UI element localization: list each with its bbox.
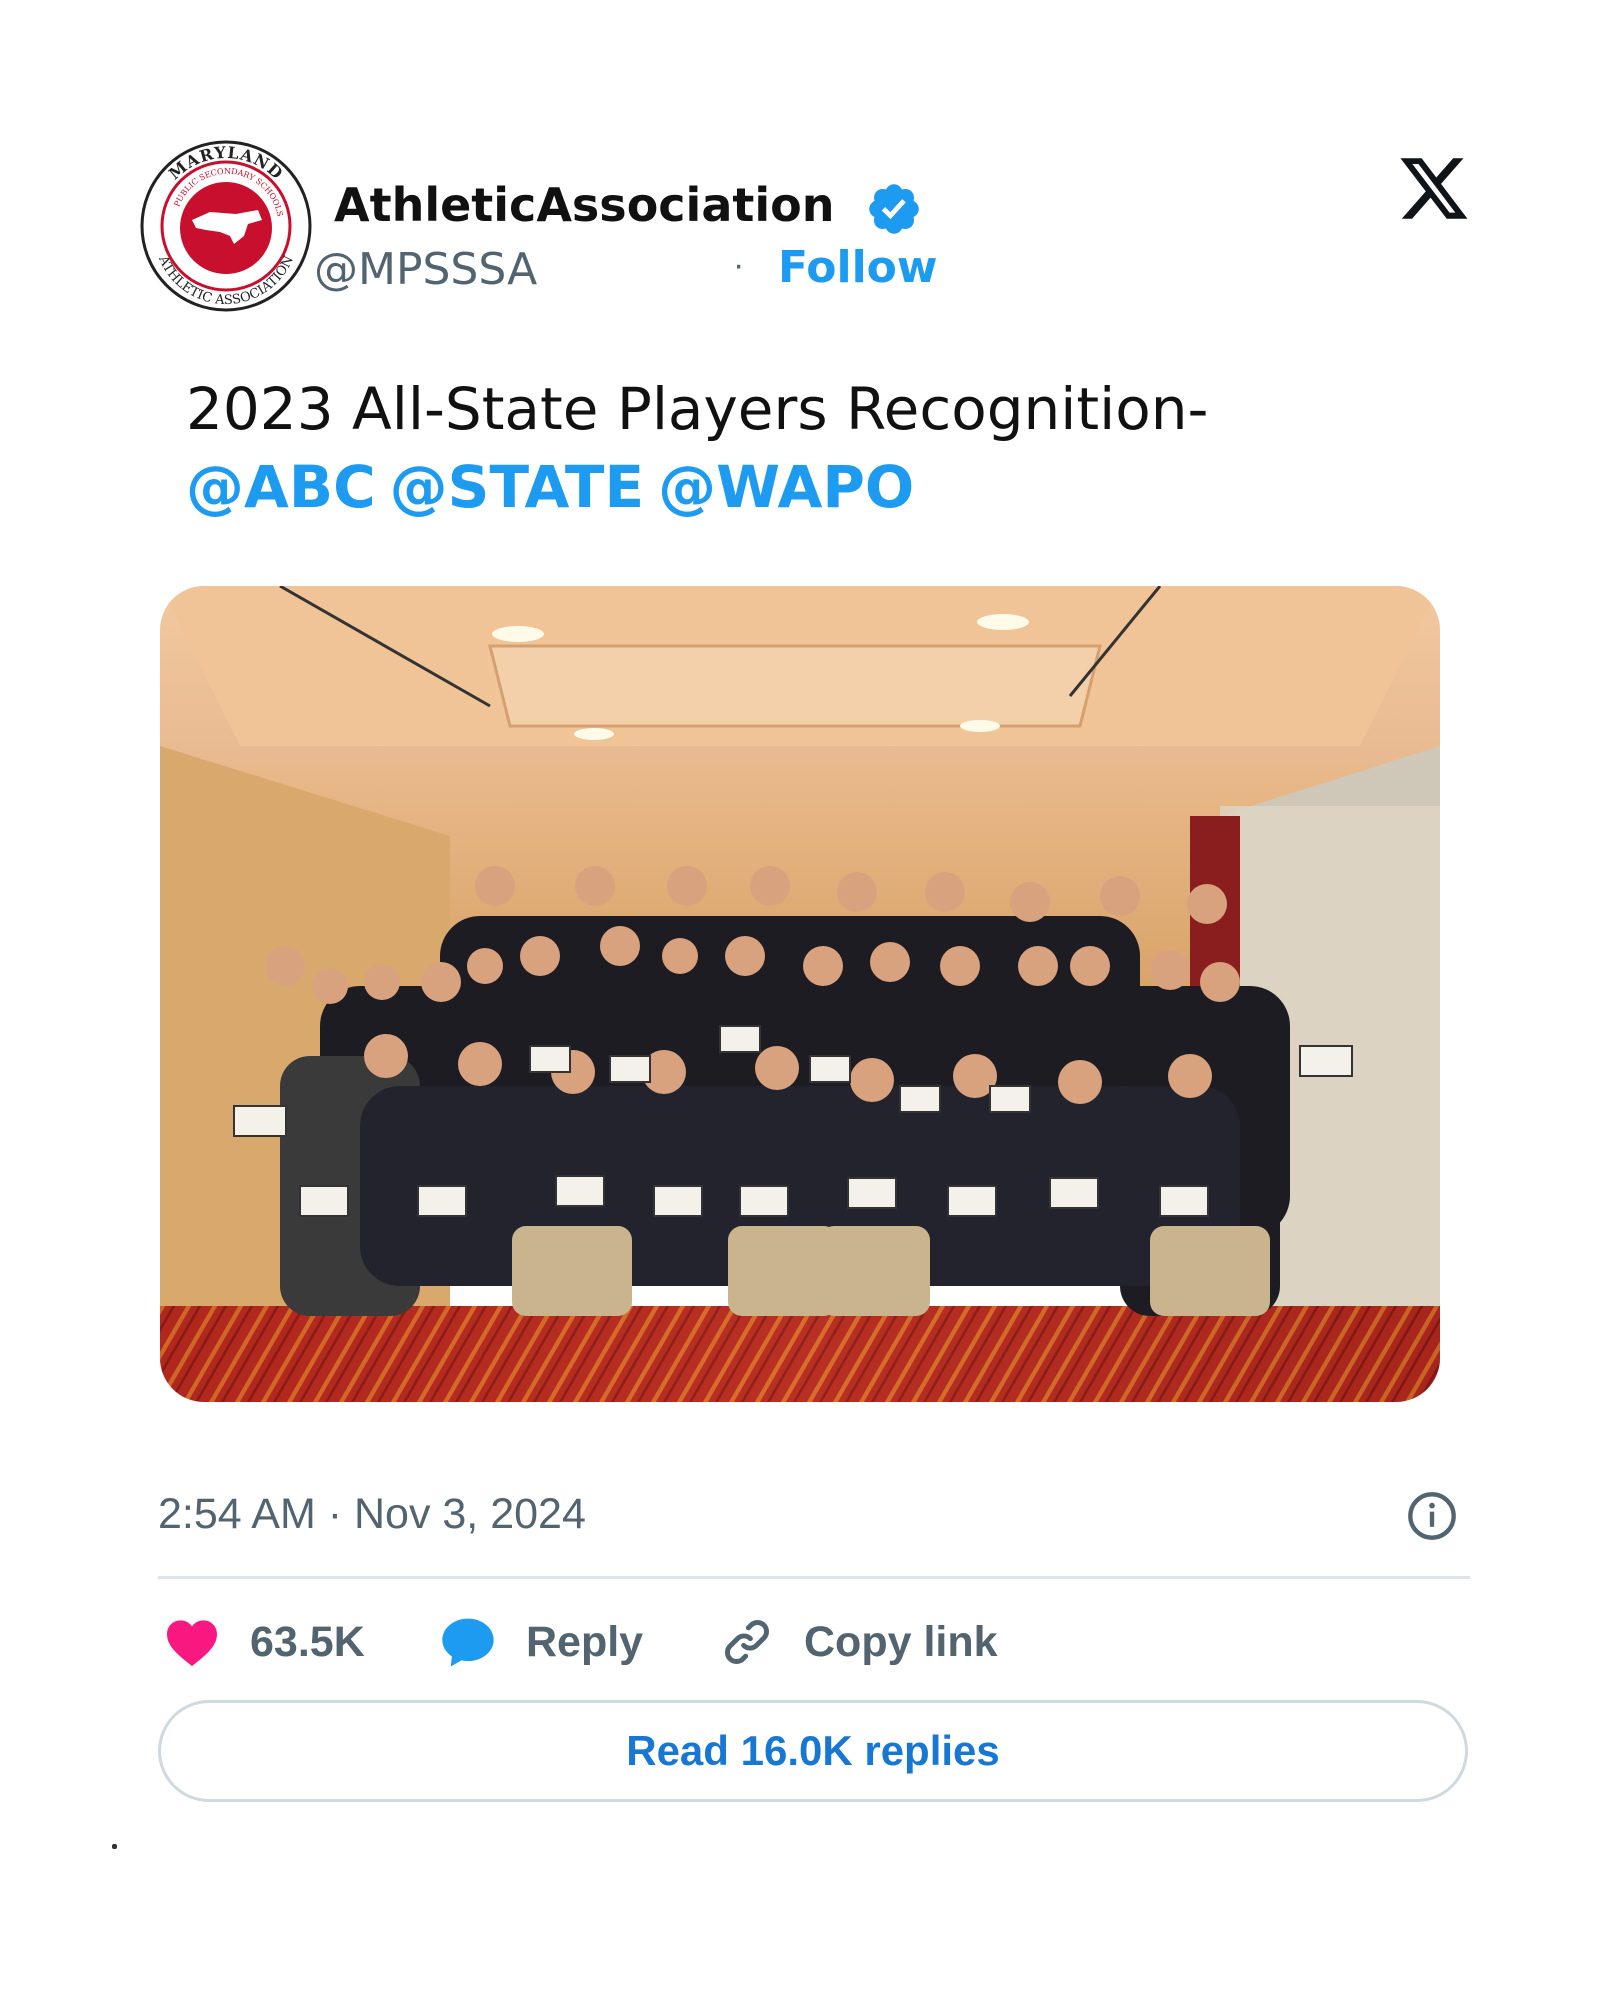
copy-link-label: Copy link: [804, 1617, 998, 1666]
tweet-timestamp[interactable]: 2:54 AM · Nov 3, 2024: [158, 1490, 586, 1539]
tweet-text: 2023 All-State Players Recognition- @ABC…: [186, 370, 1436, 526]
mention-link[interactable]: @STATE: [390, 453, 644, 521]
author-handle[interactable]: @MPSSSA: [314, 244, 537, 295]
like-count: 63.5K: [250, 1617, 365, 1666]
reply-bubble-icon: [442, 1618, 494, 1667]
separator-dot: ·: [733, 246, 745, 284]
like-button[interactable]: 63.5K: [164, 1612, 365, 1672]
reply-label: Reply: [526, 1617, 644, 1666]
author-display-name[interactable]: AthleticAssociation: [334, 178, 834, 232]
tweet-mentions: @ABC @STATE @WAPO: [186, 448, 1436, 526]
tweet-photo[interactable]: [160, 586, 1440, 1402]
reply-button[interactable]: Reply: [440, 1612, 643, 1672]
read-replies-button[interactable]: Read 16.0K replies: [158, 1700, 1468, 1802]
link-icon: [725, 1620, 769, 1664]
verified-badge-icon: [865, 180, 923, 238]
tweet-body: 2023 All-State Players Recognition-: [186, 375, 1209, 443]
author-avatar[interactable]: MARYLAND PUBLIC SECONDARY SCHOOLS ATHLET…: [140, 140, 312, 312]
mention-link[interactable]: @ABC: [186, 453, 376, 521]
info-icon[interactable]: [1406, 1490, 1458, 1542]
mention-link[interactable]: @WAPO: [658, 453, 914, 521]
stray-mark: [112, 1844, 117, 1849]
follow-button[interactable]: Follow: [778, 242, 938, 293]
copy-link-button[interactable]: Copy link: [720, 1612, 998, 1672]
x-logo-icon[interactable]: [1400, 158, 1470, 224]
divider: [158, 1576, 1470, 1579]
heart-icon: [167, 1620, 217, 1667]
